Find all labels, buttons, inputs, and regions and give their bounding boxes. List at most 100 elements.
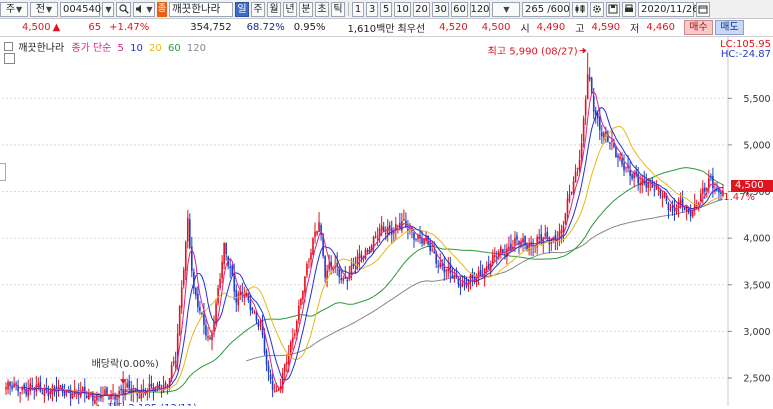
- candle-body: [445, 269, 448, 272]
- candle-body: [500, 247, 502, 253]
- candle-body: [277, 389, 280, 392]
- candle-body: [172, 361, 175, 364]
- candle-body: [116, 398, 118, 400]
- minute-30-button[interactable]: 30: [432, 1, 449, 17]
- minute-120-button[interactable]: 120: [470, 1, 490, 17]
- candle-body: [590, 77, 593, 94]
- candle-body: [611, 140, 613, 143]
- period-day-button[interactable]: 일: [235, 1, 249, 17]
- candle-body: [710, 175, 712, 177]
- ma-20-line: [44, 125, 724, 396]
- candle-body: [316, 230, 318, 235]
- candle-body: [566, 199, 569, 214]
- candle-body: [683, 207, 686, 210]
- candle-body: [43, 388, 46, 397]
- candle-body: [265, 351, 268, 365]
- buy-button[interactable]: 매수: [683, 20, 713, 35]
- candle-body: [302, 290, 304, 300]
- market-select[interactable]: 주 ▼: [0, 1, 28, 17]
- chevron-down-icon: ▼: [146, 4, 153, 14]
- period-month-button[interactable]: 월: [267, 1, 281, 17]
- candle-body: [437, 265, 440, 267]
- candle-body: [439, 262, 442, 268]
- candle-body: [108, 397, 110, 400]
- candle-body: [128, 380, 131, 388]
- candle-body: [382, 226, 385, 232]
- minute-20-button[interactable]: 20: [413, 1, 430, 17]
- minute-3-button[interactable]: 3: [366, 1, 378, 17]
- candle-body: [138, 396, 141, 398]
- candle-body: [217, 288, 219, 304]
- high-label: 고: [575, 24, 585, 35]
- sound-button[interactable]: ▼: [133, 1, 155, 17]
- candle-body: [294, 333, 296, 336]
- candle-body: [285, 361, 288, 365]
- candle-body: [704, 187, 706, 192]
- minute-5-button[interactable]: 5: [380, 1, 392, 17]
- chart-type-button[interactable]: [572, 1, 588, 17]
- hc-value: HC:-24.87: [720, 49, 771, 60]
- search-button[interactable]: [116, 1, 131, 17]
- minute-60-button[interactable]: 60: [451, 1, 468, 17]
- price-chart[interactable]: 5,500 5,000 4,500 4,000 3,500 3,000 2,500 최고 5,…: [0, 37, 773, 409]
- candle-body: [215, 303, 217, 325]
- ma-10-line: [24, 107, 724, 397]
- candle-body: [639, 183, 641, 186]
- candle-body: [631, 174, 633, 179]
- period-week-button[interactable]: 주: [251, 1, 265, 17]
- calendar-icon: [698, 5, 708, 14]
- candle-body: [308, 260, 310, 262]
- quote-bar: 4,500 ▲ 65 +1.47% 354,752 68.72% 0.95% 1…: [0, 19, 773, 37]
- grid-toggle-icon[interactable]: [4, 53, 15, 64]
- minute-1-button[interactable]: 1: [352, 1, 364, 17]
- minute-10-button[interactable]: 10: [394, 1, 411, 17]
- candle-body: [508, 246, 510, 250]
- open-price: 4,490: [536, 22, 566, 33]
- candle-body: [289, 341, 292, 353]
- candle-body: [451, 275, 454, 279]
- candle-body: [491, 254, 494, 264]
- save-button[interactable]: [606, 1, 620, 17]
- candle-body: [615, 146, 617, 158]
- current-price-pct: 1.47%: [723, 192, 755, 203]
- minute-custom-dropdown[interactable]: ▼: [492, 1, 520, 17]
- candle-body: [504, 254, 506, 256]
- candle-body: [31, 385, 34, 388]
- print-button[interactable]: [622, 1, 636, 17]
- calendar-button[interactable]: [696, 1, 710, 17]
- chevron-down-icon: ▼: [46, 4, 53, 14]
- candle-body: [126, 383, 128, 388]
- volume: 354,752: [190, 22, 232, 33]
- candle-body: [306, 263, 308, 276]
- low-annotation: 최저 2,185 (12/11): [107, 402, 197, 406]
- candle-body: [568, 194, 571, 201]
- candle-body: [584, 99, 587, 116]
- candle-body: [283, 363, 286, 373]
- candle-body: [514, 237, 516, 245]
- candle-body: [415, 238, 417, 240]
- side-panel-handle[interactable]: [0, 163, 6, 181]
- candle-body: [360, 255, 363, 259]
- stock-code-input[interactable]: 004540: [60, 1, 101, 17]
- settings-button[interactable]: [590, 1, 604, 17]
- period-minute-button[interactable]: 분: [299, 1, 313, 17]
- candle-body: [582, 118, 585, 142]
- candle-body: [273, 391, 276, 393]
- candle-body: [184, 241, 187, 271]
- sell-button[interactable]: 매도: [714, 20, 744, 35]
- period-tick-button[interactable]: 틱: [331, 1, 345, 17]
- candle-body: [617, 155, 619, 158]
- count-field[interactable]: 265 /600: [522, 1, 570, 17]
- candle-body: [358, 253, 361, 260]
- y-tick-label: 2,500: [743, 374, 770, 385]
- high-annotation: 최고 5,990 (08/27): [488, 46, 578, 58]
- period-year-button[interactable]: 년: [283, 1, 297, 17]
- period-second-button[interactable]: 초: [315, 1, 329, 17]
- stock-code-dropdown-button[interactable]: ▼: [102, 1, 114, 17]
- code-type-select[interactable]: 전 ▼: [30, 1, 58, 17]
- candle-body: [384, 232, 387, 234]
- chart-area: 5,500 5,000 4,500 4,000 3,500 3,000 2,500 최고 5,…: [0, 37, 773, 409]
- candle-body: [586, 74, 589, 100]
- candle-body: [259, 323, 262, 326]
- date-field[interactable]: 2020/11/26: [638, 1, 699, 17]
